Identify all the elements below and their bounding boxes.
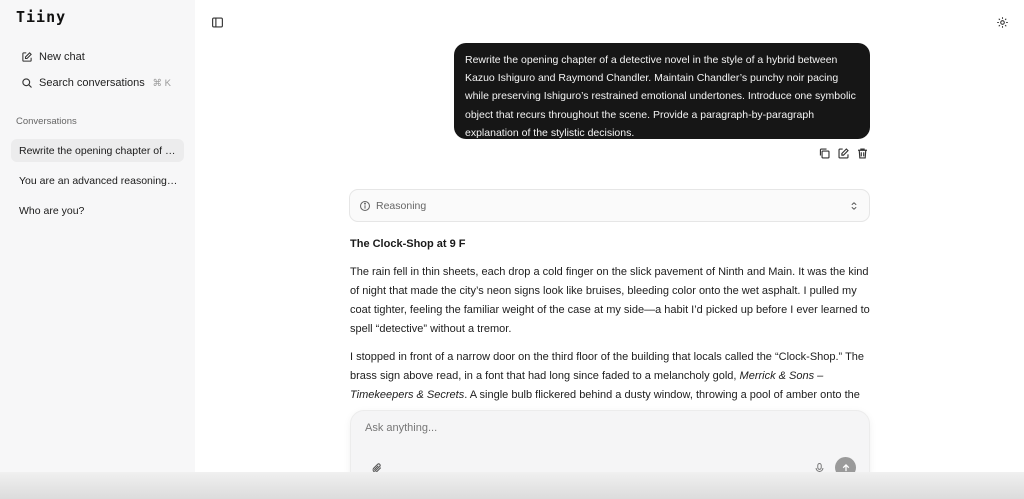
trash-icon[interactable]: [856, 147, 869, 160]
edit-icon[interactable]: [837, 147, 850, 160]
search-label: Search conversations: [39, 77, 145, 89]
sidebar-toggle-icon: [211, 16, 223, 28]
gear-icon: [996, 16, 1008, 28]
user-message-bubble: Rewrite the opening chapter of a detecti…: [454, 43, 870, 139]
settings-button[interactable]: [995, 15, 1009, 29]
answer-heading: The Clock‑Shop at 9 F: [350, 238, 466, 250]
reasoning-label: Reasoning: [376, 199, 427, 212]
conversations-section-label: Conversations: [16, 116, 77, 127]
info-icon: [359, 200, 371, 211]
new-chat-button[interactable]: New chat: [13, 45, 183, 69]
assistant-answer: The Clock‑Shop at 9 F The rain fell in t…: [350, 238, 870, 414]
conversation-item[interactable]: Who are you?: [11, 199, 184, 222]
conversation-item[interactable]: Rewrite the opening chapter of a ...: [11, 139, 184, 162]
chevron-updown-icon: [851, 201, 857, 210]
answer-paragraph: The rain fell in thin sheets, each drop …: [350, 266, 870, 335]
message-actions: [812, 147, 869, 160]
conversation-title: Who are you?: [19, 204, 85, 217]
paragraph-text: . A single bulb flickered behind a dusty…: [464, 389, 860, 401]
search-icon: [22, 78, 32, 88]
conversation-title: Rewrite the opening chapter of a ...: [19, 144, 179, 157]
conversation-title: You are an advanced reasoning s...: [19, 174, 179, 187]
search-conversations-button[interactable]: Search conversations ⌘ K: [13, 71, 183, 95]
arrow-up-icon: [842, 463, 849, 471]
new-chat-label: New chat: [39, 51, 85, 63]
answer-paragraph: I stopped in front of a narrow door on t…: [350, 348, 870, 405]
app-logo: Tiiny: [16, 8, 67, 26]
composer-input[interactable]: Ask anything...: [365, 422, 437, 434]
edit-icon: [22, 52, 32, 62]
sidebar: Tiiny New chat Search conversations ⌘ K …: [0, 0, 195, 472]
bottom-bar: [0, 472, 1024, 499]
copy-icon[interactable]: [818, 147, 831, 160]
conversation-item[interactable]: You are an advanced reasoning s...: [11, 169, 184, 192]
search-shortcut: ⌘ K: [152, 77, 171, 89]
reasoning-toggle[interactable]: Reasoning: [349, 189, 870, 222]
sidebar-toggle-button[interactable]: [210, 15, 224, 29]
